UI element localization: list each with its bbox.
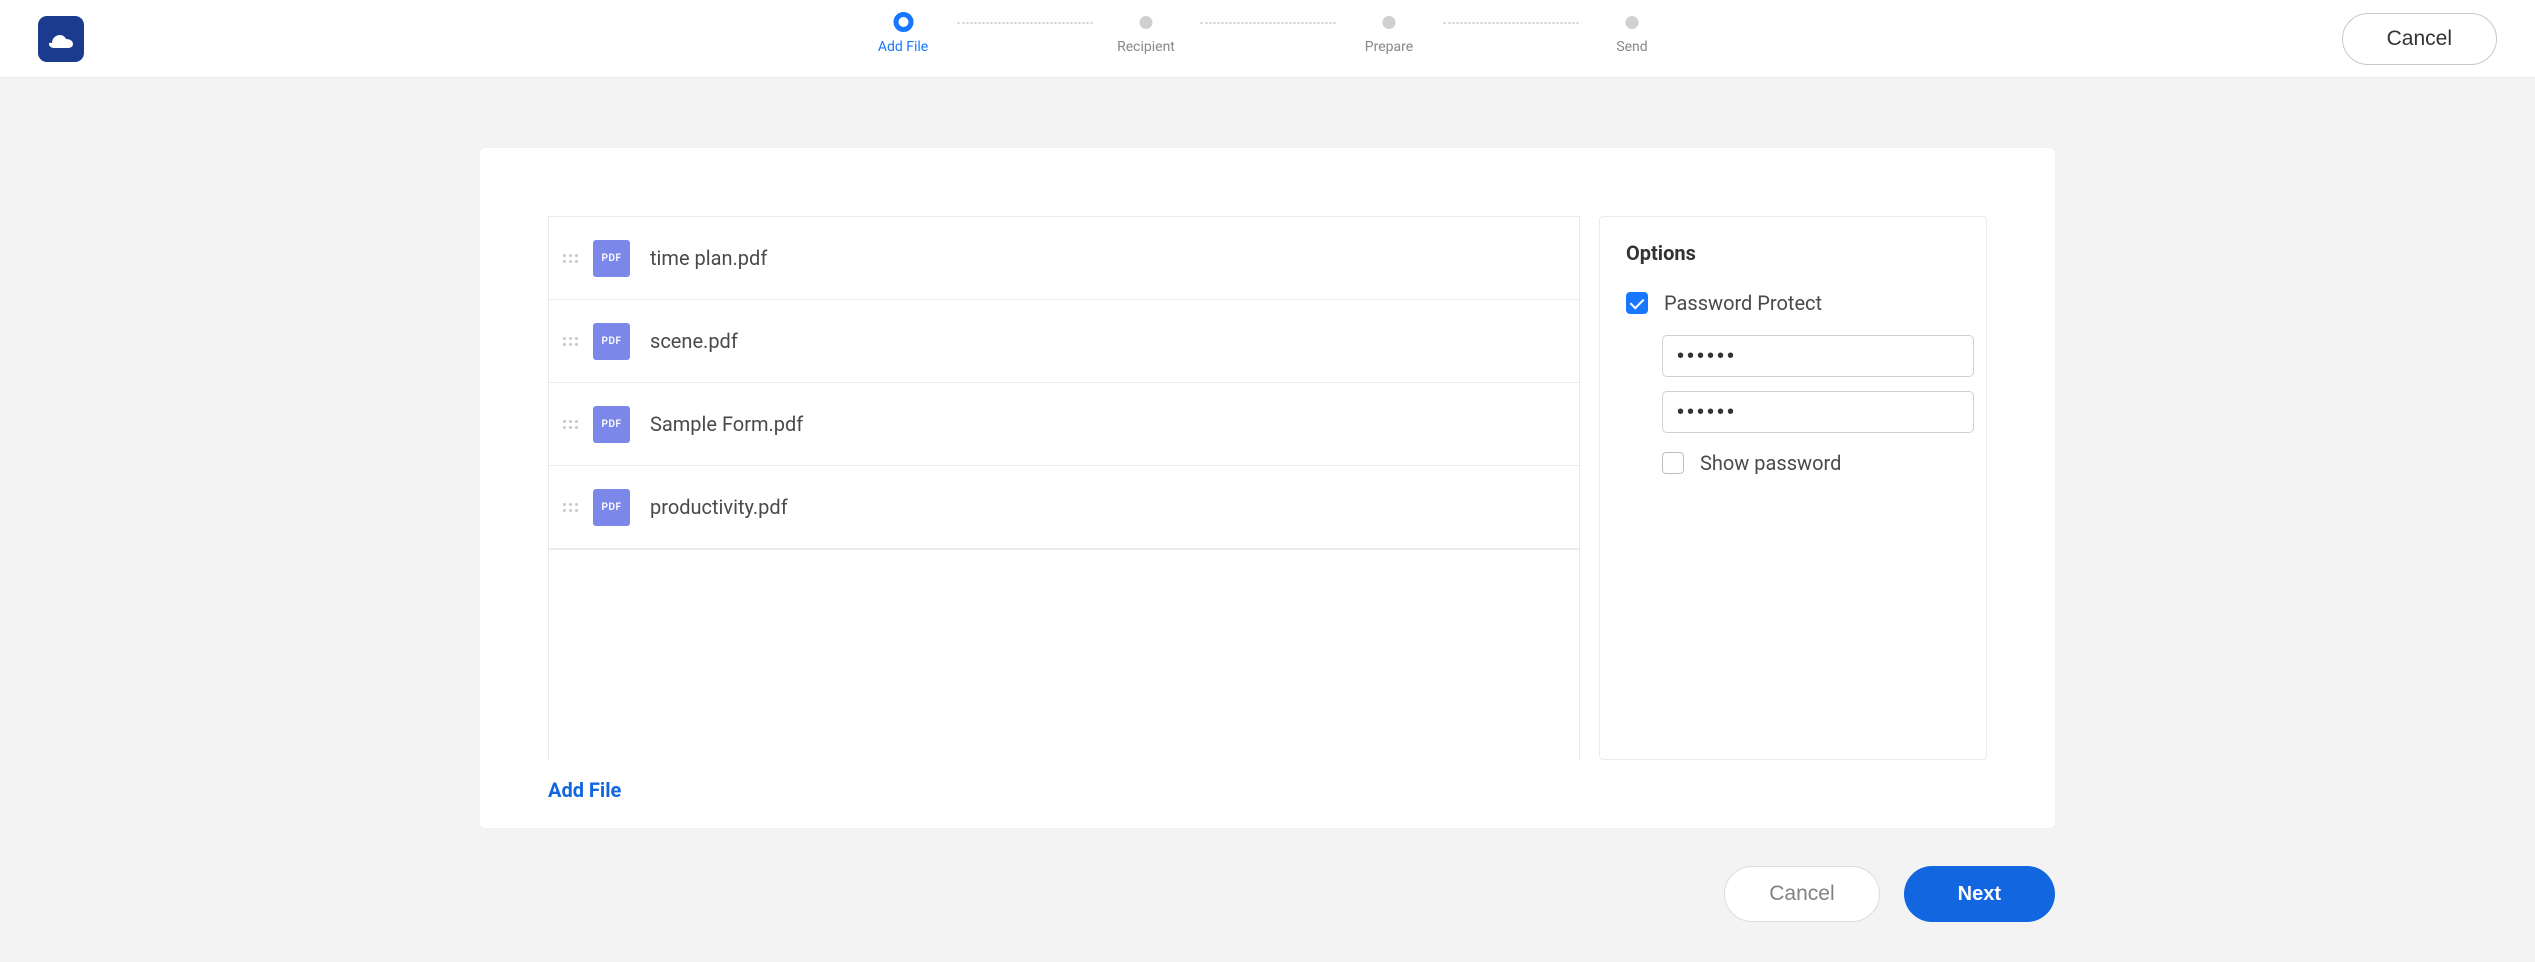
pdf-file-icon: PDF: [593, 406, 630, 443]
drag-handle-icon[interactable]: [563, 495, 579, 519]
pdf-file-icon: PDF: [593, 489, 630, 526]
file-list: PDF time plan.pdf PDF scene.pdf PDF Samp…: [548, 216, 1580, 760]
file-drop-area[interactable]: [549, 549, 1579, 550]
step-prepare[interactable]: Prepare: [1335, 10, 1443, 55]
step-dot-icon: [893, 12, 913, 32]
step-dot-icon: [1140, 16, 1153, 29]
password-protect-checkbox[interactable]: [1626, 292, 1648, 314]
file-name: time plan.pdf: [650, 246, 767, 270]
step-dot-icon: [1626, 16, 1639, 29]
show-password-label: Show password: [1700, 451, 1841, 475]
step-connector: [1443, 22, 1578, 24]
options-panel: Options Password Protect Show password: [1599, 216, 1987, 760]
file-panel: PDF time plan.pdf PDF scene.pdf PDF Samp…: [548, 216, 1580, 802]
file-row[interactable]: PDF scene.pdf: [549, 300, 1579, 383]
password-inputs-group: Show password: [1662, 335, 1960, 475]
drag-handle-icon[interactable]: [563, 246, 579, 270]
main-card: PDF time plan.pdf PDF scene.pdf PDF Samp…: [480, 148, 2055, 828]
step-recipient[interactable]: Recipient: [1092, 10, 1200, 55]
step-send[interactable]: Send: [1578, 10, 1686, 55]
file-row[interactable]: PDF Sample Form.pdf: [549, 383, 1579, 466]
next-button[interactable]: Next: [1904, 866, 2055, 922]
show-password-row: Show password: [1662, 451, 1960, 475]
step-label: Prepare: [1365, 39, 1413, 55]
add-file-button[interactable]: Add File: [548, 778, 621, 802]
pdf-file-icon: PDF: [593, 323, 630, 360]
password-input[interactable]: [1662, 335, 1974, 377]
show-password-checkbox[interactable]: [1662, 452, 1684, 474]
file-name: productivity.pdf: [650, 495, 788, 519]
cancel-button[interactable]: Cancel: [2342, 13, 2497, 65]
file-row[interactable]: PDF productivity.pdf: [549, 466, 1579, 549]
password-protect-row: Password Protect: [1626, 291, 1960, 315]
progress-stepper: Add File Recipient Prepare Send: [849, 10, 1686, 55]
password-protect-label: Password Protect: [1664, 291, 1822, 315]
drag-handle-icon[interactable]: [563, 412, 579, 436]
password-confirm-input[interactable]: [1662, 391, 1974, 433]
step-label: Recipient: [1117, 39, 1175, 55]
file-name: Sample Form.pdf: [650, 412, 803, 436]
drag-handle-icon[interactable]: [563, 329, 579, 353]
footer-buttons: Cancel Next: [1724, 866, 2055, 922]
step-connector: [957, 22, 1092, 24]
step-label: Send: [1616, 39, 1647, 55]
step-label: Add File: [878, 39, 928, 55]
pdf-file-icon: PDF: [593, 240, 630, 277]
file-name: scene.pdf: [650, 329, 738, 353]
app-header: Add File Recipient Prepare Send Cancel: [0, 0, 2535, 78]
cancel-button[interactable]: Cancel: [1724, 866, 1879, 922]
step-add-file[interactable]: Add File: [849, 10, 957, 55]
step-dot-icon: [1383, 16, 1396, 29]
step-connector: [1200, 22, 1335, 24]
options-title: Options: [1626, 241, 1960, 265]
file-row[interactable]: PDF time plan.pdf: [549, 217, 1579, 300]
app-logo-icon: [38, 16, 84, 62]
